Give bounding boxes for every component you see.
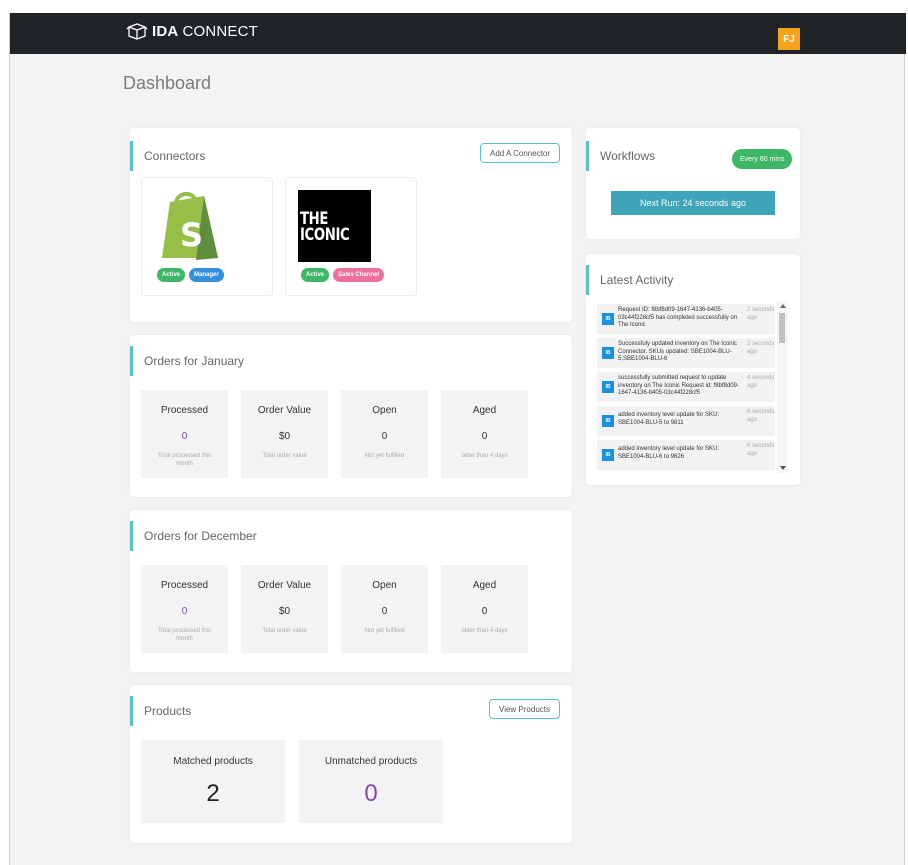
activity-text: Successfuly updated inventory on The Ico… xyxy=(618,341,737,362)
add-connector-button[interactable]: Add A Connector xyxy=(480,143,561,163)
orders-january-card: Orders for January Processed 0 Total pro… xyxy=(130,335,572,497)
scroll-down-arrow-icon[interactable] xyxy=(780,466,786,470)
activity-scrollbar[interactable] xyxy=(777,301,787,473)
stat-label: Open xyxy=(372,405,397,416)
stat-subtext: Total processed this month xyxy=(157,453,212,467)
logo-text-rest: CONNECT xyxy=(182,22,259,40)
the-iconic-logo: THE ICONIC xyxy=(298,190,371,262)
stat-value: 0 xyxy=(481,606,488,617)
products-title: Products xyxy=(130,696,191,726)
activity-text: successfully submitted request to update… xyxy=(618,375,739,396)
stat-label: Order Value xyxy=(257,580,312,591)
latest-activity-title: Latest Activity xyxy=(586,265,673,295)
activity-time: 2 seconds ago xyxy=(747,341,775,355)
logo-text-bold: IDA xyxy=(152,22,179,40)
status-badge: Active xyxy=(301,268,330,282)
connectors-card: Connectors Add A Connector S Active Mana… xyxy=(130,128,572,322)
app-window: IDA CONNECT FJ Dashboard Connectors Add A… xyxy=(9,13,906,865)
stat-label: Processed xyxy=(160,405,209,416)
stat-aged: Aged 0 older than 4 days xyxy=(441,390,528,478)
top-navbar: IDA CONNECT FJ xyxy=(10,13,906,54)
stat-subtext: Total processed this month xyxy=(157,628,212,642)
matched-products-value: 2 xyxy=(206,780,220,807)
matched-products-box: Matched products 2 xyxy=(141,740,285,823)
activity-item: IB Request ID: f8bf8d09-1647-4136-b405-0… xyxy=(597,304,775,334)
ida-connect-logo[interactable]: IDA CONNECT xyxy=(126,22,258,40)
activity-text: Request ID: f8bf8d09-1647-4136-b405-03c4… xyxy=(618,307,738,328)
connector-the-iconic[interactable]: THE ICONIC Active Sales Channel xyxy=(285,177,417,296)
scroll-thumb[interactable] xyxy=(779,313,785,343)
activity-source-icon: IB xyxy=(602,313,614,325)
stat-subtext: Not yet fulfilled xyxy=(364,453,405,459)
stat-label: Aged xyxy=(472,580,497,591)
activity-source-icon: IB xyxy=(602,415,614,427)
activity-item: IB added inventory level update for SKU:… xyxy=(597,406,775,436)
stat-open: Open 0 Not yet fulfilled xyxy=(341,565,428,653)
activity-text: added inventory level update for SKU: SB… xyxy=(618,446,720,460)
activity-item: IB Successfuly updated inventory on The … xyxy=(597,338,775,368)
activity-time: 2 seconds ago xyxy=(747,307,775,321)
shopify-icon: S xyxy=(156,188,226,268)
stat-subtext: Not yet fulfilled xyxy=(364,628,405,634)
frequency-badge[interactable]: Every 60 mins xyxy=(732,149,793,169)
unmatched-products-label: Unmatched products xyxy=(324,756,418,767)
stat-value: $0 xyxy=(278,431,291,442)
status-badge: Active xyxy=(157,268,186,282)
stat-processed: Processed 0 Total processed this month xyxy=(141,390,228,478)
workflows-title: Workflows xyxy=(586,141,655,171)
activity-list[interactable]: IB Request ID: f8bf8d09-1647-4136-b405-0… xyxy=(597,301,787,473)
stat-value: 0 xyxy=(181,431,188,442)
activity-text: added inventory level update for SKU: SB… xyxy=(618,412,720,426)
page-title: Dashboard xyxy=(123,73,212,93)
activity-source-icon: IB xyxy=(602,449,614,461)
stat-value: 0 xyxy=(481,431,488,442)
products-card: Products View Products Matched products … xyxy=(130,685,572,843)
stat-label: Open xyxy=(372,580,397,591)
stat-label: Order Value xyxy=(257,405,312,416)
activity-item: IB successfully submitted request to upd… xyxy=(597,372,775,402)
unmatched-products-value: 0 xyxy=(364,780,378,807)
orders-january-title: Orders for January xyxy=(130,346,244,376)
stat-order-value: Order Value $0 Total order value xyxy=(241,565,328,653)
stat-subtext: Total order value xyxy=(262,453,307,459)
svg-text:S: S xyxy=(180,216,203,254)
stat-label: Aged xyxy=(472,405,497,416)
stat-subtext: Total order value xyxy=(262,628,307,634)
matched-products-label: Matched products xyxy=(173,756,253,767)
connector-shopify[interactable]: S Active Manager xyxy=(141,177,273,296)
stat-value: 0 xyxy=(181,606,188,617)
stat-processed: Processed 0 Total processed this month xyxy=(141,565,228,653)
stat-label: Processed xyxy=(160,580,209,591)
scroll-up-arrow-icon[interactable] xyxy=(780,304,786,308)
stat-subtext: older than 4 days xyxy=(461,628,508,634)
activity-time: 6 seconds ago xyxy=(747,443,775,457)
view-products-button[interactable]: View Products xyxy=(489,699,560,719)
activity-time: 6 seconds ago xyxy=(747,409,775,423)
unmatched-products-box: Unmatched products 0 xyxy=(299,740,443,823)
box-logo-icon xyxy=(126,22,148,40)
stat-aged: Aged 0 older than 4 days xyxy=(441,565,528,653)
orders-december-card: Orders for December Processed 0 Total pr… xyxy=(130,510,572,672)
stat-subtext: older than 4 days xyxy=(461,453,508,459)
stat-value: $0 xyxy=(278,606,291,617)
workflows-card: Workflows Every 60 mins Next Run: 24 sec… xyxy=(586,128,800,239)
connectors-title: Connectors xyxy=(130,141,205,171)
role-badge: Sales Channel xyxy=(333,268,385,282)
activity-source-icon: IB xyxy=(602,347,614,359)
activity-item: IB added inventory level update for SKU:… xyxy=(597,440,775,470)
orders-december-title: Orders for December xyxy=(130,521,257,551)
user-avatar[interactable]: FJ xyxy=(778,28,800,50)
stat-value: 0 xyxy=(381,431,388,442)
the-iconic-logo-line2: ICONIC xyxy=(300,225,350,245)
activity-source-icon: IB xyxy=(602,381,614,393)
stat-value: 0 xyxy=(381,606,388,617)
stat-order-value: Order Value $0 Total order value xyxy=(241,390,328,478)
next-run-button[interactable]: Next Run: 24 seconds ago xyxy=(611,191,775,215)
activity-time: 4 seconds ago xyxy=(747,375,775,389)
stat-open: Open 0 Not yet fulfilled xyxy=(341,390,428,478)
latest-activity-card: Latest Activity IB Request ID: f8bf8d09-… xyxy=(586,254,800,485)
role-badge: Manager xyxy=(189,268,224,282)
